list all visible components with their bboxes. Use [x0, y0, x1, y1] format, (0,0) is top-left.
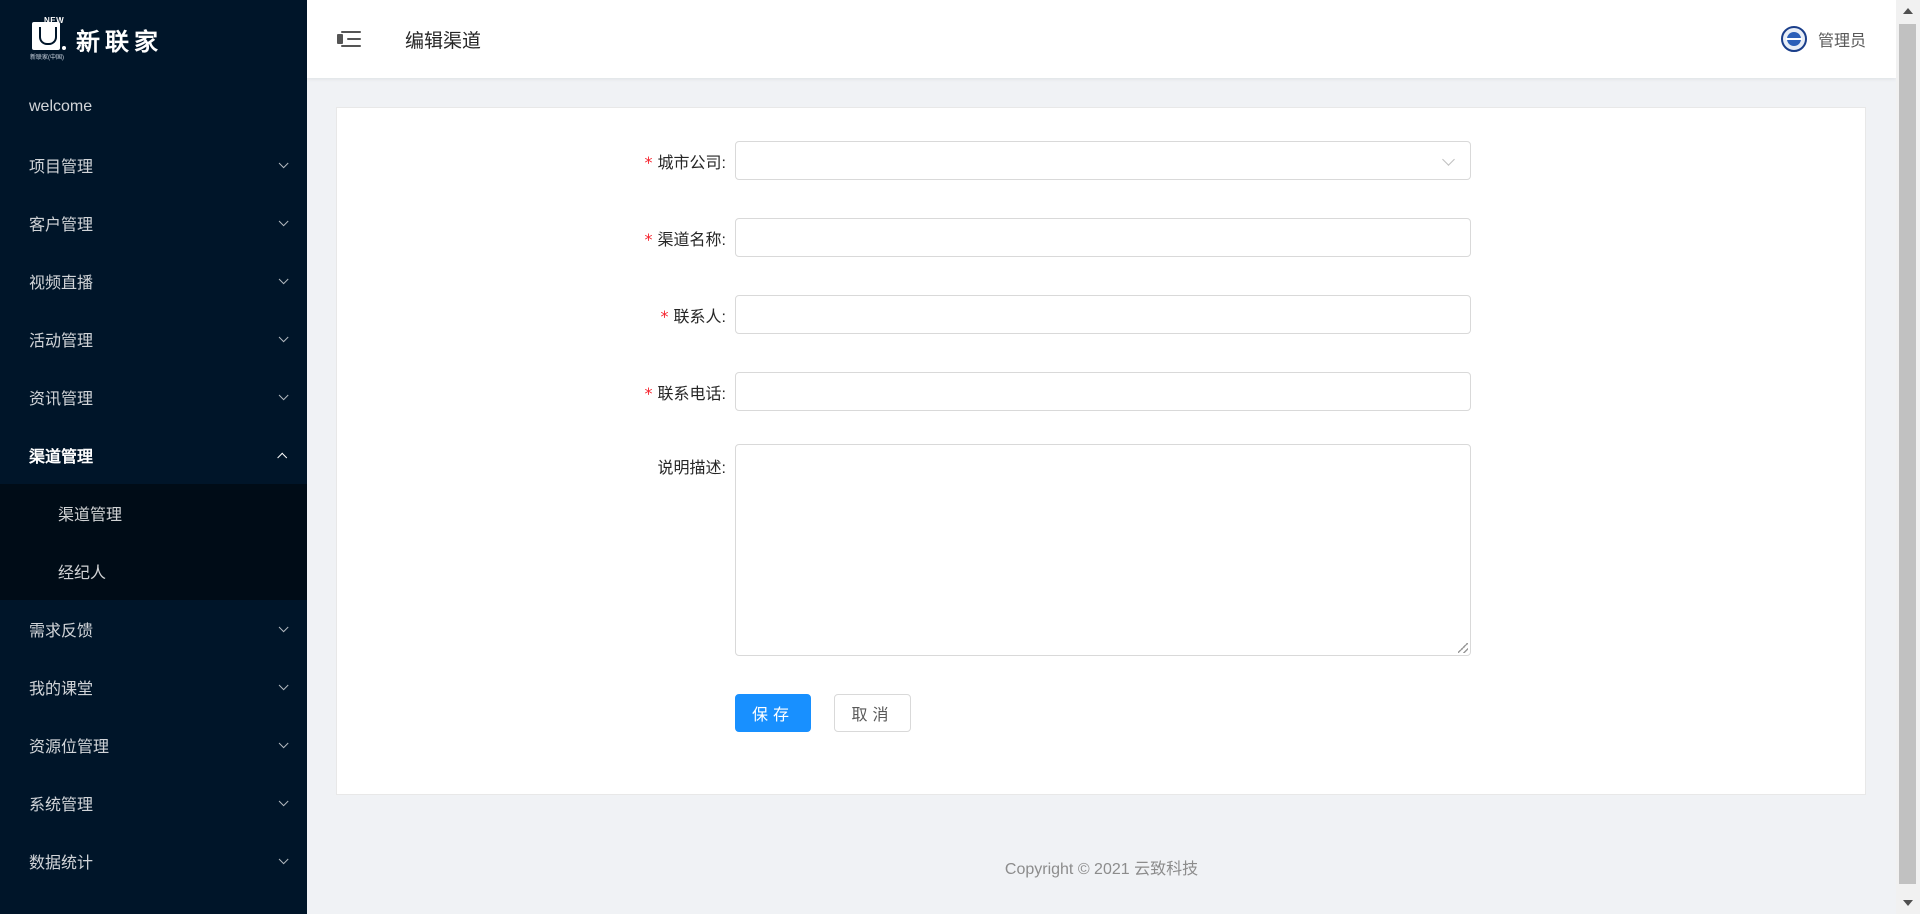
sidebar-item-label: 我的课堂: [29, 681, 94, 698]
sidebar-item-welcome[interactable]: welcome: [0, 78, 307, 136]
sidebar-item-label: 系统管理: [29, 797, 94, 814]
sidebar-item-feedback[interactable]: 需求反馈: [0, 600, 307, 658]
user-menu[interactable]: 管理员: [1780, 0, 1866, 78]
header: 编辑渠道 管理员: [307, 0, 1896, 78]
sidebar-item-label: welcome: [29, 98, 93, 115]
menu-fold-icon[interactable]: [337, 28, 361, 50]
logo[interactable]: NEW 新联家(中国) 新联家: [0, 0, 307, 78]
form-row-city-company: * 城市公司:: [337, 141, 1471, 180]
sidebar-item-data-statistics[interactable]: 数据统计: [0, 832, 307, 890]
sidebar-item-label: 活动管理: [29, 333, 94, 350]
chevron-down-icon: [278, 215, 289, 226]
submenu-item-agent[interactable]: 经纪人: [0, 542, 307, 600]
form-row-contact: * 联系人:: [337, 295, 1471, 334]
submenu-item-label: 渠道管理: [58, 507, 123, 524]
form-row-phone: * 联系电话:: [337, 372, 1471, 411]
brand-logo-icon: NEW 新联家(中国): [30, 16, 66, 61]
sidebar-item-customer-management[interactable]: 客户管理: [0, 194, 307, 252]
chevron-down-icon: [278, 679, 289, 690]
user-name: 管理员: [1817, 33, 1866, 50]
sidebar-item-resource-slot-management[interactable]: 资源位管理: [0, 716, 307, 774]
phone-label: * 联系电话:: [644, 383, 726, 403]
chevron-down-icon: [1442, 153, 1455, 166]
sidebar-item-label: 资源位管理: [29, 739, 110, 756]
resize-handle-icon[interactable]: [1458, 643, 1468, 653]
sidebar-menu: welcome 项目管理 客户管理 视频直播 活动管理 资讯管理 渠道管理 渠道…: [0, 78, 307, 890]
chevron-down-icon: [278, 795, 289, 806]
sidebar-item-video-live[interactable]: 视频直播: [0, 252, 307, 310]
sidebar-item-label: 渠道管理: [29, 449, 94, 466]
sidebar: NEW 新联家(中国) 新联家 welcome 项目管理 客户管理 视频直播 活…: [0, 0, 307, 914]
sidebar-item-news-management[interactable]: 资讯管理: [0, 368, 307, 426]
submenu-item-channel-management[interactable]: 渠道管理: [0, 484, 307, 542]
city-company-label: * 城市公司:: [644, 152, 726, 172]
edit-channel-form: * 城市公司: * 渠道名称: * 联系人: * 联系电话: 说明描述: 保存 取消: [336, 107, 1866, 795]
sidebar-item-system-management[interactable]: 系统管理: [0, 774, 307, 832]
page-scrollbar[interactable]: [1896, 0, 1920, 914]
sidebar-item-label: 资讯管理: [29, 391, 94, 408]
chevron-down-icon: [278, 853, 289, 864]
sidebar-item-label: 数据统计: [29, 855, 94, 872]
scroll-down-icon[interactable]: [1903, 900, 1913, 906]
required-mark: *: [660, 306, 669, 326]
channel-submenu: 渠道管理 经纪人: [0, 484, 307, 600]
scroll-up-icon[interactable]: [1903, 8, 1913, 14]
scroll-thumb[interactable]: [1899, 24, 1916, 884]
city-company-select[interactable]: [735, 141, 1471, 180]
contact-input[interactable]: [735, 295, 1471, 334]
description-label: 说明描述:: [657, 460, 726, 477]
form-row-description: 说明描述:: [337, 444, 1471, 656]
chevron-down-icon: [278, 737, 289, 748]
sidebar-item-project-management[interactable]: 项目管理: [0, 136, 307, 194]
phone-input[interactable]: [735, 372, 1471, 411]
required-mark: *: [644, 152, 653, 172]
sidebar-item-label: 项目管理: [29, 159, 94, 176]
description-textarea[interactable]: [735, 444, 1471, 656]
required-mark: *: [644, 383, 653, 403]
sidebar-item-channel-management[interactable]: 渠道管理: [0, 426, 307, 484]
sidebar-item-label: 客户管理: [29, 217, 94, 234]
brand-name: 新联家: [76, 28, 163, 56]
avatar: [1780, 26, 1807, 52]
sidebar-item-my-classroom[interactable]: 我的课堂: [0, 658, 307, 716]
channel-name-input[interactable]: [735, 218, 1471, 257]
chevron-down-icon: [278, 273, 289, 284]
chevron-down-icon: [278, 331, 289, 342]
contact-label: * 联系人:: [660, 306, 726, 326]
sidebar-item-label: 需求反馈: [29, 623, 94, 640]
required-mark: *: [644, 229, 653, 249]
form-row-channel-name: * 渠道名称:: [337, 218, 1471, 257]
submenu-item-label: 经纪人: [58, 565, 107, 582]
chevron-down-icon: [278, 621, 289, 632]
chevron-down-icon: [278, 389, 289, 400]
sidebar-item-activity-management[interactable]: 活动管理: [0, 310, 307, 368]
chevron-up-icon: [277, 452, 288, 463]
chevron-down-icon: [278, 157, 289, 168]
footer-copyright: Copyright © 2021 云致科技: [1004, 861, 1199, 878]
channel-name-label: * 渠道名称:: [644, 229, 726, 249]
sidebar-item-label: 视频直播: [29, 275, 94, 292]
page-title: 编辑渠道: [405, 30, 482, 52]
cancel-button[interactable]: 取消: [834, 694, 911, 732]
save-button[interactable]: 保存: [735, 694, 811, 732]
